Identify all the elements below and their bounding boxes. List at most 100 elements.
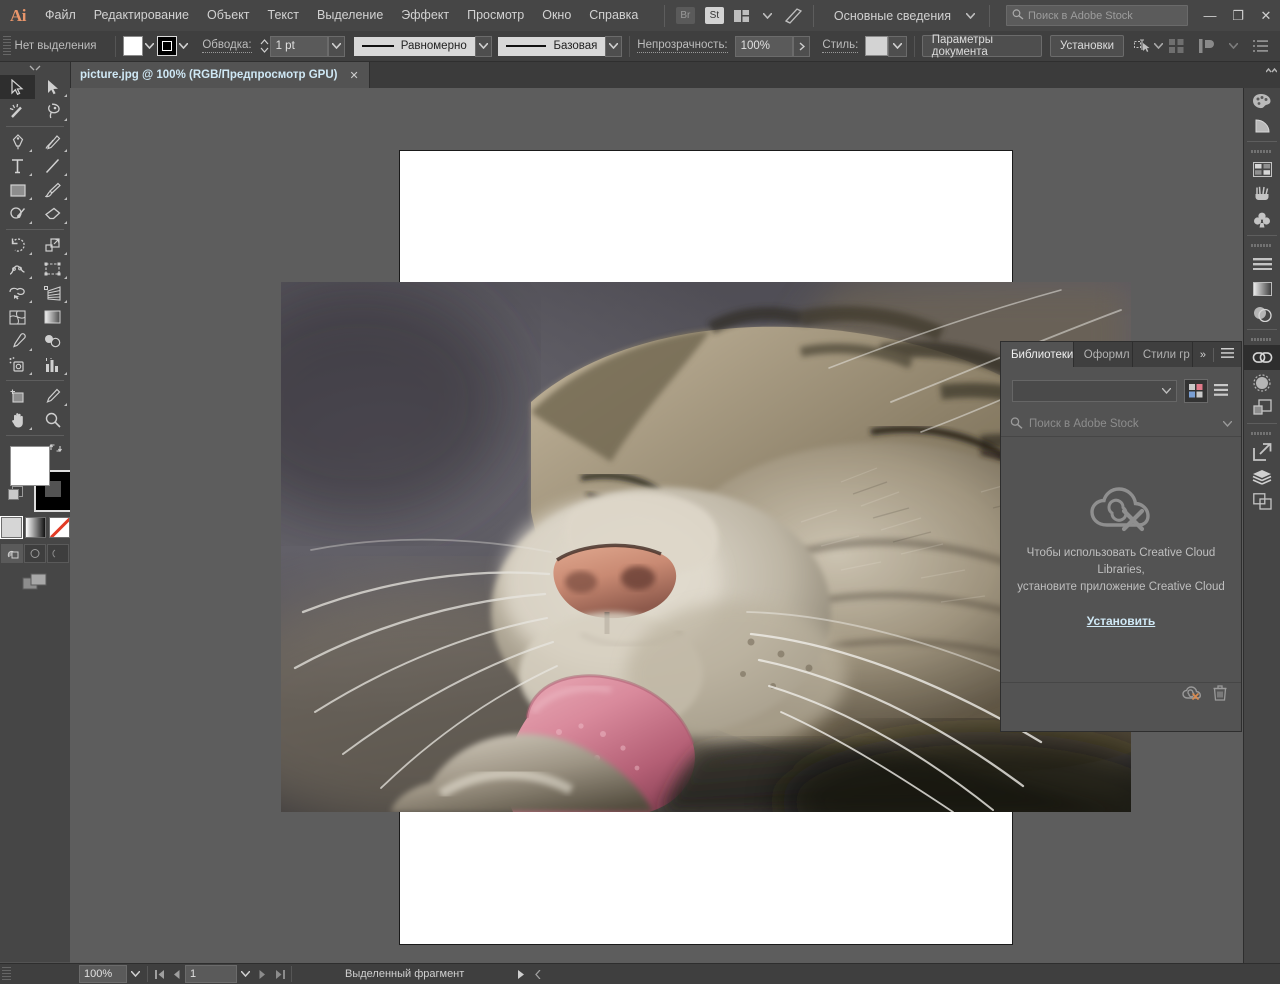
first-artboard-button[interactable] xyxy=(151,965,168,983)
tools-panel-grip[interactable] xyxy=(0,62,70,75)
brush-definition-combo[interactable]: Базовая xyxy=(498,37,605,56)
eyedropper-tool[interactable] xyxy=(0,329,35,353)
preferences-button[interactable]: Установки xyxy=(1050,35,1124,57)
scale-tool[interactable] xyxy=(35,233,70,257)
shape-builder-tool[interactable] xyxy=(0,281,35,305)
symbol-sprayer-tool[interactable] xyxy=(0,353,35,377)
chevron-down-icon[interactable] xyxy=(1223,418,1232,430)
tab-graphic-styles[interactable]: Стили гр xyxy=(1133,342,1193,367)
asset-export-panel-icon[interactable] xyxy=(1244,439,1280,464)
column-graph-tool[interactable] xyxy=(35,353,70,377)
grid-view-button[interactable] xyxy=(1184,379,1208,403)
transparency-panel-icon[interactable] xyxy=(1244,301,1280,326)
magic-wand-tool[interactable] xyxy=(0,99,35,123)
menu-effect[interactable]: Эффект xyxy=(392,0,458,31)
style-chevron-down-icon[interactable] xyxy=(888,36,907,57)
default-fill-stroke-icon[interactable] xyxy=(8,486,22,500)
rotate-tool[interactable] xyxy=(0,233,35,257)
stroke-color-swatch[interactable] xyxy=(157,36,177,56)
live-paint-cursor-icon[interactable] xyxy=(781,0,807,31)
line-segment-tool[interactable] xyxy=(35,154,70,178)
graphic-styles-panel-icon[interactable] xyxy=(1244,395,1280,420)
window-minimize-button[interactable]: — xyxy=(1196,0,1224,31)
menu-window[interactable]: Окно xyxy=(533,0,580,31)
blend-tool[interactable] xyxy=(35,329,70,353)
tab-appearance[interactable]: Оформл xyxy=(1074,342,1133,367)
opacity-input[interactable]: 100% xyxy=(735,36,794,57)
stroke-chevron-down-icon[interactable] xyxy=(177,36,190,56)
document-tab[interactable]: picture.jpg @ 100% (RGB/Предпросмотр GPU… xyxy=(70,62,370,88)
trash-icon[interactable] xyxy=(1213,685,1227,704)
arrange-documents-icon[interactable] xyxy=(729,0,755,31)
opacity-expand-icon[interactable] xyxy=(793,36,810,57)
hand-tool[interactable] xyxy=(0,408,35,432)
stroke-weight-chevron-down-icon[interactable] xyxy=(328,36,345,57)
libraries-panel-icon[interactable] xyxy=(1244,345,1280,370)
stroke-weight-input[interactable]: 1 pt xyxy=(270,36,329,57)
pen-tool[interactable] xyxy=(0,130,35,154)
transform-panel-icon[interactable] xyxy=(1195,36,1217,56)
perspective-grid-tool[interactable] xyxy=(35,281,70,305)
select-similar-chevron-down-icon[interactable] xyxy=(1152,36,1165,56)
window-close-button[interactable]: ✕ xyxy=(1252,0,1280,31)
cloud-sync-off-icon[interactable] xyxy=(1182,686,1201,704)
rdock-group-grip-4[interactable] xyxy=(1244,427,1280,439)
stroke-panel-icon[interactable] xyxy=(1244,251,1280,276)
panel-menu-icon[interactable] xyxy=(1221,348,1234,361)
bridge-icon[interactable]: Br xyxy=(676,7,695,24)
paintbrush-tool[interactable] xyxy=(35,178,70,202)
previous-artboard-button[interactable] xyxy=(168,965,185,983)
panel-collapse-icon[interactable] xyxy=(1266,66,1277,78)
select-similar-icon[interactable] xyxy=(1133,36,1151,56)
rdock-group-grip-1[interactable] xyxy=(1244,145,1280,157)
color-mode-none-button[interactable] xyxy=(49,517,70,538)
symbols-panel-icon[interactable] xyxy=(1244,207,1280,232)
appearance-panel-icon[interactable] xyxy=(1244,370,1280,395)
menu-object[interactable]: Объект xyxy=(198,0,259,31)
artboard-chevron-down-icon[interactable] xyxy=(237,965,254,983)
menu-select[interactable]: Выделение xyxy=(308,0,392,31)
gradient-tool[interactable] xyxy=(35,305,70,329)
rdock-group-grip-2[interactable] xyxy=(1244,239,1280,251)
direct-selection-tool[interactable] xyxy=(35,75,70,99)
stroke-profile-chevron-down-icon[interactable] xyxy=(475,36,492,57)
brushes-panel-icon[interactable] xyxy=(1244,182,1280,207)
arrange-chevron-down-icon[interactable] xyxy=(755,0,781,31)
draw-behind-button[interactable] xyxy=(24,544,46,563)
stock-icon[interactable]: St xyxy=(705,7,724,24)
last-artboard-button[interactable] xyxy=(271,965,288,983)
color-panel-icon[interactable] xyxy=(1244,88,1280,113)
stock-search-input[interactable]: Поиск в Adobe Stock xyxy=(1006,5,1188,26)
align-panel-icon[interactable] xyxy=(1165,36,1187,56)
menu-file[interactable]: Файл xyxy=(36,0,85,31)
close-icon[interactable]: ✕ xyxy=(350,69,359,82)
artboards-panel-icon[interactable] xyxy=(1244,489,1280,514)
screen-mode-button[interactable] xyxy=(0,573,70,591)
stroke-profile-combo[interactable]: Равномерно xyxy=(354,37,475,56)
install-creative-cloud-link[interactable]: Установить xyxy=(1087,614,1156,628)
document-setup-button[interactable]: Параметры документа xyxy=(922,35,1043,57)
zoom-tool[interactable] xyxy=(35,408,70,432)
transform-chevron-down-icon[interactable] xyxy=(1225,36,1241,56)
free-transform-tool[interactable] xyxy=(35,257,70,281)
gradient-panel-icon[interactable] xyxy=(1244,276,1280,301)
more-tabs-icon[interactable]: » xyxy=(1200,349,1206,361)
selection-tool[interactable] xyxy=(0,75,35,99)
workspace-switcher[interactable]: Основные сведения xyxy=(820,9,957,23)
menu-view[interactable]: Просмотр xyxy=(458,0,533,31)
control-bar-menu-icon[interactable] xyxy=(1249,36,1271,56)
panel-tabs-overflow[interactable]: » xyxy=(1193,342,1241,367)
workspace-chevron-down-icon[interactable] xyxy=(957,0,983,31)
color-mode-gradient-button[interactable] xyxy=(25,517,46,538)
artboard-number-input[interactable]: 1 xyxy=(185,965,237,983)
library-selector[interactable] xyxy=(1012,380,1177,402)
next-artboard-button[interactable] xyxy=(254,965,271,983)
swap-fill-stroke-icon[interactable] xyxy=(49,442,62,457)
rdock-group-grip-3[interactable] xyxy=(1244,333,1280,345)
draw-normal-button[interactable] xyxy=(1,544,23,563)
swatches-panel-icon[interactable] xyxy=(1244,157,1280,182)
artboard-tool[interactable] xyxy=(0,384,35,408)
library-stock-search-input[interactable]: Поиск в Adobe Stock xyxy=(1001,412,1241,437)
tab-libraries[interactable]: Библиотеки xyxy=(1001,342,1074,367)
menu-edit[interactable]: Редактирование xyxy=(85,0,198,31)
